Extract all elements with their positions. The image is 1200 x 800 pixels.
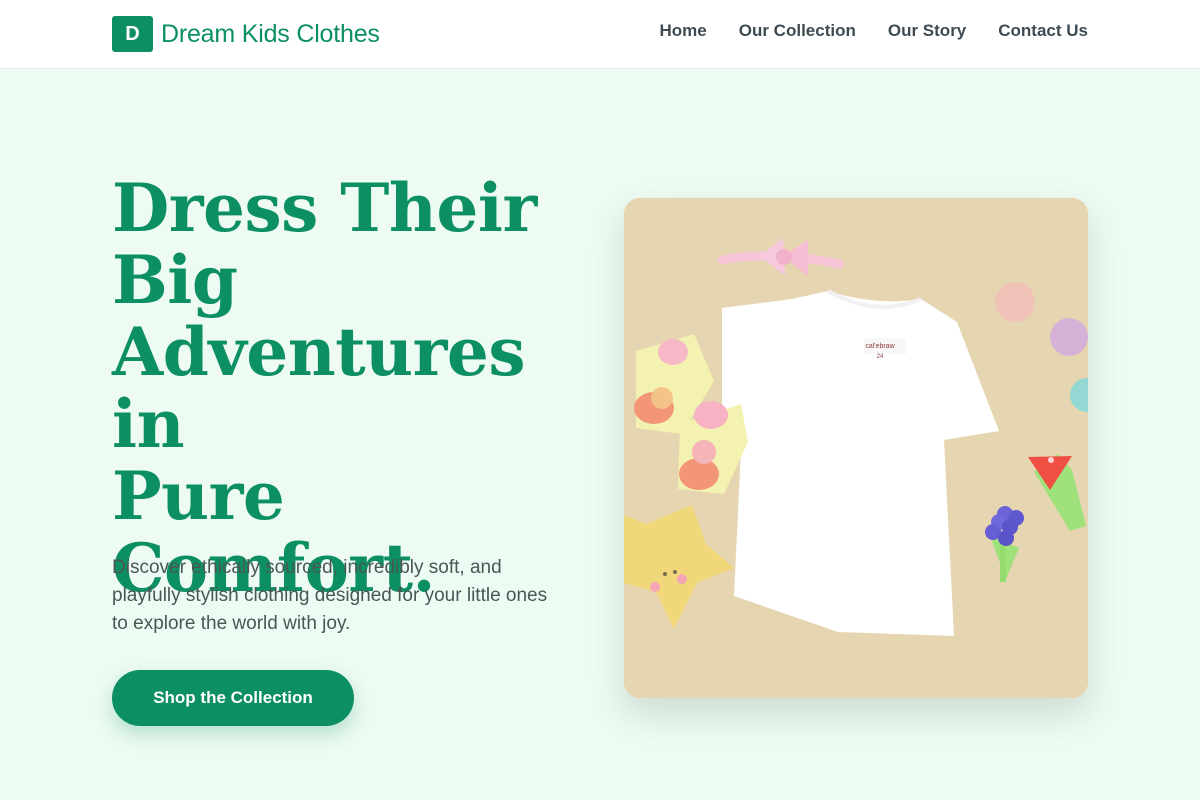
- brand-mark-icon: D: [112, 16, 153, 52]
- nav-home-link[interactable]: Home: [660, 21, 707, 41]
- product-photo-illustration: cal'ebraw 24: [624, 198, 1088, 698]
- hero-title-line: Adventures in: [112, 313, 526, 463]
- main-navigation: Home Our Collection Our Story Contact Us: [660, 21, 1089, 41]
- hero-description: Discover ethically sourced, incredibly s…: [112, 557, 548, 634]
- shirt-size-text: 24: [877, 354, 884, 360]
- nav-contact-link[interactable]: Contact Us: [998, 21, 1088, 41]
- brand-logo[interactable]: D Dream Kids Clothes: [112, 16, 380, 52]
- hero-product-image: cal'ebraw 24: [624, 198, 1088, 698]
- site-header: D Dream Kids Clothes Home Our Collection…: [0, 0, 1200, 69]
- hero-title-line: Big: [112, 241, 238, 319]
- nav-story-link[interactable]: Our Story: [888, 21, 966, 41]
- shirt-brand-text: cal'ebraw: [865, 343, 895, 350]
- hero-title: Dress Their Big Adventures in Pure Comfo…: [112, 172, 602, 604]
- hero-title-line: Pure: [112, 457, 285, 535]
- shop-collection-button[interactable]: Shop the Collection: [112, 670, 354, 726]
- nav-collection-link[interactable]: Our Collection: [739, 21, 856, 41]
- hero-title-line: Dress Their: [112, 169, 537, 247]
- brand-name: Dream Kids Clothes: [161, 19, 380, 48]
